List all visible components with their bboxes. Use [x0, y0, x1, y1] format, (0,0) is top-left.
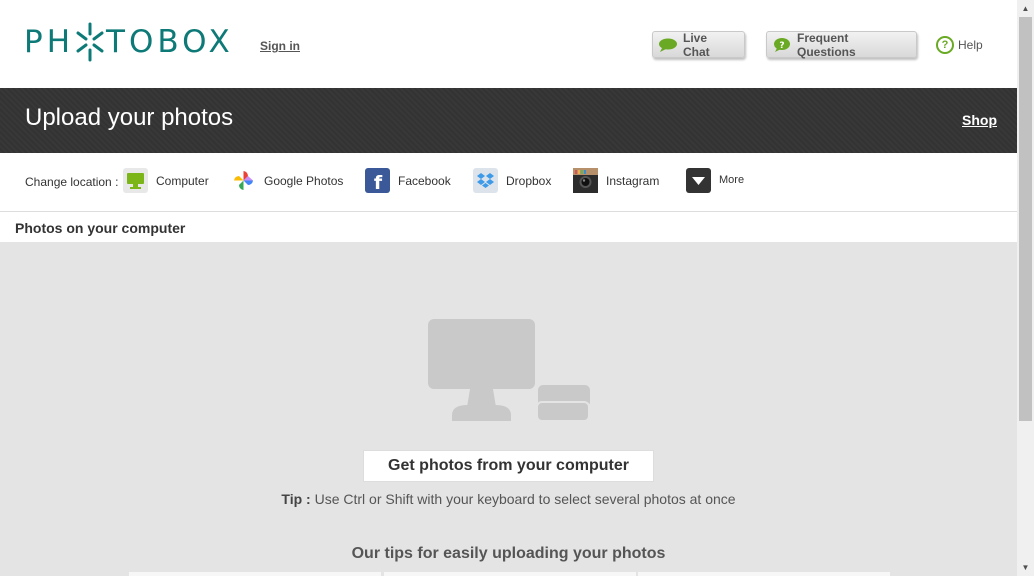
- tip-card: [129, 572, 381, 576]
- section-title: Photos on your computer: [15, 220, 186, 236]
- svg-text:f: f: [374, 172, 383, 193]
- tip-text: Tip : Use Ctrl or Shift with your keyboa…: [0, 491, 1017, 507]
- location-facebook-label: Facebook: [398, 173, 451, 188]
- help-question-icon: ?: [936, 36, 954, 54]
- section-header: Photos on your computer: [0, 212, 1017, 242]
- location-google-photos-label: Google Photos: [264, 173, 344, 188]
- location-more[interactable]: More: [686, 168, 744, 193]
- question-bubble-icon: ?: [771, 37, 793, 53]
- help-label: Help: [958, 38, 983, 52]
- change-location-label: Change location :: [25, 175, 119, 189]
- facebook-icon: f: [365, 168, 390, 194]
- logo-text-left: PH: [24, 24, 75, 60]
- location-dropbox[interactable]: Dropbox: [473, 168, 551, 193]
- tip-card: [384, 572, 636, 576]
- frequent-questions-button[interactable]: ? Frequent Questions: [766, 30, 917, 59]
- logo-text-right: TOBOX: [106, 24, 234, 60]
- shop-link[interactable]: Shop: [962, 112, 997, 128]
- live-chat-label: Live Chat: [683, 30, 710, 59]
- location-instagram-label: Instagram: [606, 173, 660, 188]
- tip-label: Tip :: [281, 491, 311, 507]
- location-instagram[interactable]: Instagram: [573, 168, 659, 193]
- frequent-questions-label: Frequent Questions: [797, 30, 856, 59]
- location-dropbox-label: Dropbox: [506, 173, 552, 188]
- dropbox-icon: [473, 168, 498, 193]
- computer-illustration-icon: [428, 319, 593, 427]
- computer-icon: [123, 168, 148, 193]
- page-banner: Upload your photos Shop: [0, 88, 1017, 153]
- help-link[interactable]: ? Help: [936, 36, 983, 54]
- tips-heading: Our tips for easily uploading your photo…: [351, 545, 666, 562]
- chevron-down-icon: [686, 168, 711, 193]
- location-google-photos[interactable]: Google Photos: [231, 168, 343, 193]
- svg-text:?: ?: [779, 41, 784, 51]
- photobox-logo[interactable]: PH TOBOX: [24, 22, 234, 62]
- tip-card: [638, 572, 890, 576]
- live-chat-button[interactable]: Live Chat: [652, 30, 745, 59]
- google-photos-icon: [231, 168, 256, 193]
- location-computer-label: Computer: [156, 173, 209, 188]
- instagram-icon: [573, 168, 598, 193]
- tip-body: Use Ctrl or Shift with your keyboard to …: [310, 491, 736, 507]
- location-computer[interactable]: Computer: [123, 168, 209, 193]
- scroll-down-arrow-icon[interactable]: ▼: [1017, 559, 1034, 576]
- upload-drop-area: Get photos from your computer Tip : Use …: [0, 242, 1017, 576]
- page-title: Upload your photos: [25, 104, 234, 131]
- scrollbar-thumb[interactable]: [1019, 17, 1032, 421]
- sign-in-link[interactable]: Sign in: [260, 39, 300, 53]
- chat-bubble-icon: [657, 37, 679, 53]
- location-more-label: More: [719, 173, 745, 186]
- scroll-up-arrow-icon[interactable]: ▲: [1017, 0, 1034, 17]
- get-photos-button[interactable]: Get photos from your computer: [363, 450, 654, 482]
- location-facebook[interactable]: f Facebook: [365, 168, 451, 194]
- site-header: PH TOBOX Sign in Live Chat ? Frequent Qu…: [0, 0, 1017, 88]
- logo-star-icon: [75, 22, 105, 62]
- change-location-bar: Change location : Computer Google Photos: [0, 153, 1017, 212]
- vertical-scrollbar[interactable]: ▲ ▼: [1017, 0, 1034, 576]
